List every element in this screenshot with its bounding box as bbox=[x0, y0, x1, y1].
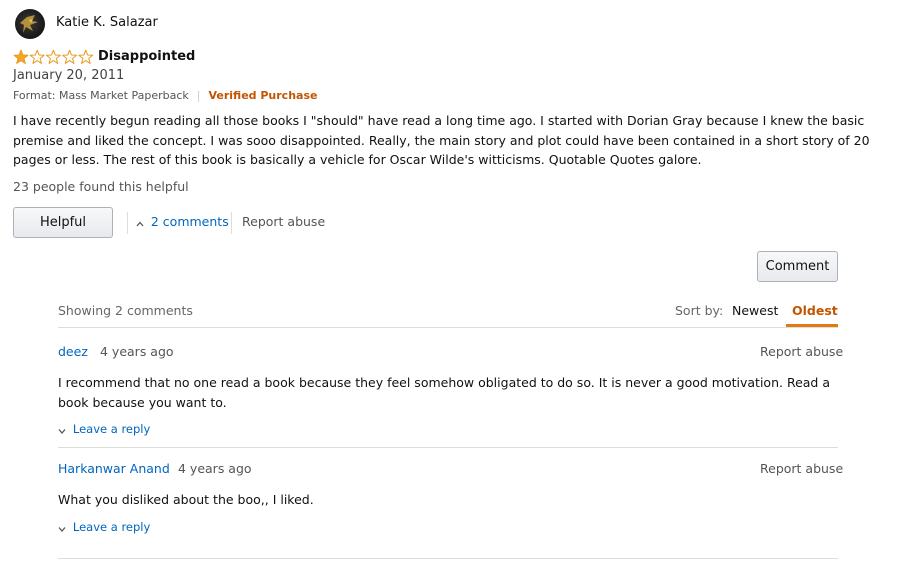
meta-divider: | bbox=[196, 89, 201, 102]
divider bbox=[58, 447, 838, 448]
comment-author[interactable]: Harkanwar Anand bbox=[58, 461, 170, 476]
chevron-down-icon bbox=[58, 426, 69, 436]
helpful-button[interactable]: Helpful bbox=[13, 207, 113, 238]
comment-report-abuse-link[interactable]: Report abuse bbox=[760, 344, 843, 359]
avatar[interactable] bbox=[15, 9, 45, 39]
sort-label: Sort by: bbox=[675, 303, 724, 318]
avatar-image bbox=[20, 15, 38, 33]
review-meta: Format: Mass Market Paperback | Verified P… bbox=[13, 89, 317, 102]
star-empty-icon bbox=[29, 49, 45, 64]
leave-reply-link[interactable]: Leave a reply bbox=[58, 520, 150, 534]
chevron-down-icon bbox=[58, 524, 69, 534]
star-empty-icon bbox=[78, 49, 94, 64]
verified-purchase-badge: Verified Purchase bbox=[208, 89, 318, 102]
comment-text: What you disliked about the boo,, I like… bbox=[58, 492, 314, 507]
leave-reply-link[interactable]: Leave a reply bbox=[58, 422, 150, 436]
star-empty-icon bbox=[45, 49, 61, 64]
comments-toggle-link[interactable]: 2 comments bbox=[136, 214, 229, 229]
leave-reply-label: Leave a reply bbox=[72, 520, 151, 534]
sort-newest-tab[interactable]: Newest bbox=[732, 303, 778, 318]
comment-text: I recommend that no one read a book beca… bbox=[58, 375, 830, 410]
comments-toggle-label: 2 comments bbox=[150, 214, 229, 229]
review-date: January 20, 2011 bbox=[13, 68, 125, 83]
report-abuse-link[interactable]: Report abuse bbox=[242, 214, 325, 229]
comment-report-abuse-link[interactable]: Report abuse bbox=[760, 461, 843, 476]
star-empty-icon bbox=[62, 49, 78, 64]
divider bbox=[58, 327, 838, 328]
sort-oldest-tab[interactable]: Oldest bbox=[792, 303, 838, 318]
comments-count: Showing 2 comments bbox=[58, 303, 193, 318]
format-label[interactable]: Format: Mass Market Paperback bbox=[13, 89, 189, 102]
helpful-count: 23 people found this helpful bbox=[13, 179, 189, 194]
leave-reply-label: Leave a reply bbox=[72, 422, 151, 436]
comment-author[interactable]: deez bbox=[58, 344, 88, 359]
comment-time[interactable]: 4 years ago bbox=[178, 461, 252, 476]
chevron-up-icon bbox=[136, 219, 147, 229]
divider bbox=[58, 558, 838, 559]
divider bbox=[231, 212, 232, 234]
review-title[interactable]: Disappointed bbox=[98, 49, 195, 64]
review-body: I have recently begun reading all those … bbox=[13, 113, 870, 167]
star-filled-icon bbox=[13, 49, 29, 64]
comment-button[interactable]: Comment bbox=[757, 251, 838, 282]
comment-time[interactable]: 4 years ago bbox=[100, 344, 174, 359]
divider bbox=[127, 212, 128, 234]
star-rating bbox=[13, 49, 95, 69]
review-author-name[interactable]: Katie K. Salazar bbox=[56, 15, 158, 30]
